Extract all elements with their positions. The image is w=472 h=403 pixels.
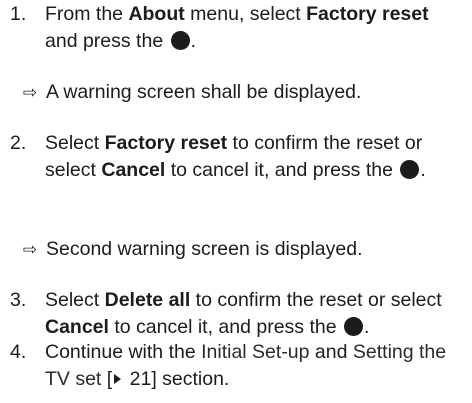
result-text: Second warning screen is displayed.	[46, 238, 363, 260]
round-ok-button-icon	[170, 31, 190, 50]
option-delete-all: Delete all	[104, 289, 191, 311]
step-4: 4. Continue with the Initial Set-up and …	[10, 339, 465, 393]
page-reference[interactable]: [ 21]	[101, 368, 157, 390]
step-number: 2.	[10, 132, 27, 154]
menu-name-about: About	[128, 3, 185, 25]
step-3: 3. Select Delete all to confirm the rese…	[10, 287, 465, 341]
step-number: 1.	[10, 3, 27, 25]
option-cancel: Cancel	[101, 159, 166, 181]
step-text: Select Delete all to confirm the reset o…	[45, 289, 442, 338]
step-number: 3.	[10, 289, 27, 311]
step-2: 2. Select Factory reset to confirm the r…	[10, 130, 465, 184]
menu-item-factory-reset: Factory reset	[306, 3, 429, 25]
result-1: ⇨ A warning screen shall be displayed.	[20, 79, 470, 106]
result-text: A warning screen shall be displayed.	[46, 81, 362, 103]
result-arrow-icon: ⇨	[22, 83, 38, 102]
result-arrow-icon: ⇨	[22, 240, 38, 259]
step-text: Continue with the Initial Set-up and Set…	[45, 341, 447, 390]
step-number: 4.	[10, 341, 27, 363]
link-initial-set-up[interactable]: Initial Set-up	[201, 341, 309, 363]
page-reference-triangle-icon	[114, 374, 122, 384]
step-text: From the About menu, select Factory rese…	[45, 3, 429, 52]
result-2: ⇨ Second warning screen is displayed.	[20, 236, 470, 263]
round-ok-button-icon	[400, 160, 420, 179]
option-factory-reset: Factory reset	[104, 132, 228, 154]
instruction-list: 1. From the About menu, select Factory r…	[0, 0, 472, 403]
option-cancel: Cancel	[45, 316, 109, 338]
round-ok-button-icon	[344, 317, 364, 336]
step-1: 1. From the About menu, select Factory r…	[10, 1, 465, 55]
step-text: Select Factory reset to confirm the rese…	[45, 132, 426, 181]
